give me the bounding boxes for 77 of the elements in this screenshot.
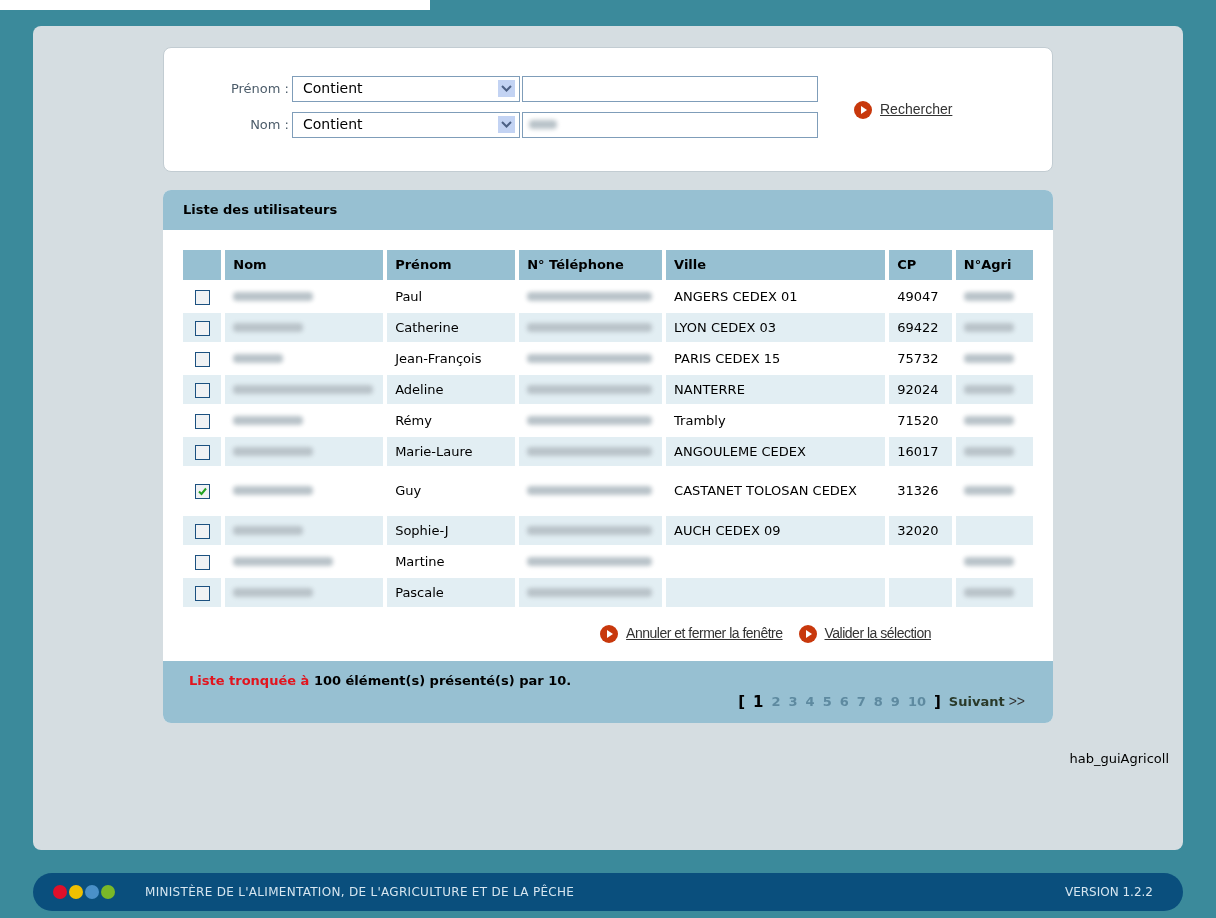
bracket: [: [738, 691, 746, 713]
page-link[interactable]: 8: [873, 692, 883, 712]
page-link[interactable]: 7: [856, 692, 866, 712]
table-cell: Trambly: [674, 412, 726, 428]
row-checkbox[interactable]: [194, 320, 210, 336]
table-cell: 31326: [897, 483, 939, 499]
header-cell: [183, 250, 222, 280]
bracket: ]: [934, 691, 941, 713]
row-checkbox[interactable]: [194, 351, 210, 367]
chevron-down-icon: [498, 80, 515, 97]
page-link[interactable]: 1: [753, 690, 764, 713]
row-checkbox[interactable]: [194, 382, 210, 398]
row-checkbox[interactable]: [194, 289, 210, 305]
table-cell: Rémy: [395, 412, 432, 428]
table-cell: Paul: [395, 288, 423, 304]
table-cell: Jean-François: [395, 350, 482, 366]
chevron-down-icon: [498, 116, 515, 133]
table-cell: Guy: [395, 483, 422, 499]
action-link[interactable]: Annuler et fermer la fenêtre: [626, 623, 783, 644]
page-link[interactable]: 9: [890, 692, 900, 712]
table-cell: Martine: [395, 553, 445, 569]
row-checkbox[interactable]: [194, 413, 210, 429]
row-checkbox[interactable]: [194, 585, 210, 601]
table-cell: 69422: [897, 319, 939, 335]
checkmark-icon: [196, 486, 208, 498]
row-checkbox[interactable]: [194, 444, 210, 460]
play-icon: [798, 624, 817, 643]
search-field[interactable]: [522, 75, 818, 102]
version-label: VERSION 1.2.2: [1064, 884, 1153, 901]
table-cell: Pascale: [395, 584, 444, 600]
screen-id: hab_guiAgricoll: [1069, 750, 1169, 768]
field-label: Nom :: [249, 115, 290, 134]
play-icon: [600, 624, 619, 643]
column-header: Ville: [666, 250, 886, 280]
page-link[interactable]: 5: [822, 692, 832, 712]
table-cell: Marie-Laure: [395, 443, 473, 459]
search-field[interactable]: [522, 111, 818, 138]
table-cell: 71520: [897, 412, 939, 428]
table-cell: Catherine: [395, 319, 459, 335]
table-cell: 92024: [897, 381, 939, 397]
row-checkbox[interactable]: [194, 484, 210, 500]
operator-dropdown[interactable]: Contient: [292, 75, 520, 102]
column-header: Prénom: [387, 250, 516, 280]
page-link[interactable]: 3: [788, 692, 798, 712]
column-header: N° Téléphone: [519, 250, 663, 280]
next-arrow: >>: [1008, 692, 1025, 712]
table-cell: CASTANET TOLOSAN CEDEX: [674, 483, 857, 498]
field-label: Prénom :: [229, 79, 290, 98]
table-cell: 32020: [897, 522, 939, 538]
ministry-name: MINISTÈRE DE L'ALIMENTATION, DE L'AGRICULTURE ET DE LA PÊCHE: [145, 883, 575, 901]
table-cell: ANGERS CEDEX 01: [674, 288, 798, 304]
column-header: CP: [889, 250, 952, 280]
table-cell: 49047: [897, 288, 939, 304]
table-cell: NANTERRE: [674, 381, 745, 397]
table-cell: PARIS CEDEX 15: [674, 350, 781, 366]
table-cell: Sophie-J: [395, 522, 449, 538]
table-cell: 75732: [897, 350, 939, 366]
table-cell: AUCH CEDEX 09: [674, 522, 781, 538]
row-checkbox[interactable]: [194, 523, 210, 539]
search-link[interactable]: Rechercher: [880, 99, 953, 120]
action-link[interactable]: Valider la sélection: [824, 623, 931, 644]
row-checkbox[interactable]: [194, 554, 210, 570]
table-cell: LYON CEDEX 03: [674, 319, 776, 335]
column-header: N°Agri: [955, 250, 1033, 280]
table-cell: 16017: [897, 443, 939, 459]
page-link[interactable]: 6: [839, 692, 849, 712]
operator-dropdown[interactable]: Contient: [292, 111, 520, 138]
panel-title: Liste des utilisateurs: [183, 201, 338, 220]
table-cell: Adeline: [395, 381, 444, 397]
play-icon: [854, 100, 872, 119]
page-link[interactable]: 10: [907, 692, 926, 712]
page-link[interactable]: 4: [805, 692, 815, 712]
truncation-notice: Liste tronquée à 100 élément(s) présenté(s) par 10.: [189, 672, 573, 690]
page-link[interactable]: 2: [771, 692, 781, 712]
column-header: Nom: [225, 250, 384, 280]
table-cell: ANGOULEME CEDEX: [674, 443, 806, 459]
next-link[interactable]: Suivant: [948, 692, 1005, 712]
